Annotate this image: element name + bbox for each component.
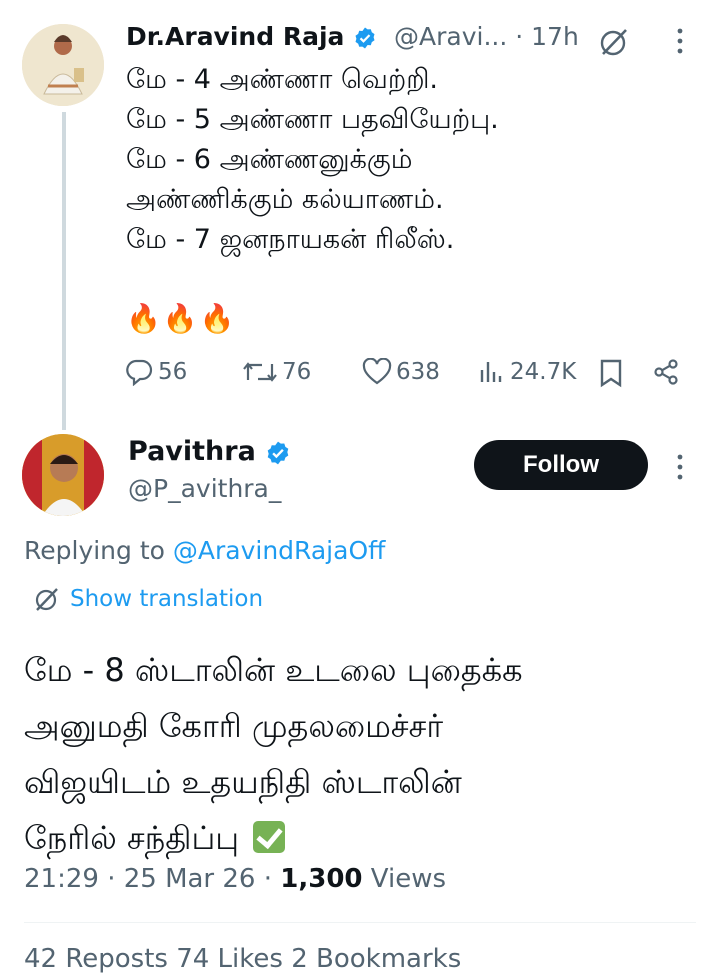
views-label: Views <box>362 864 447 894</box>
views-count: 1,300 <box>280 864 363 894</box>
tweet-line: அனுமதி கோரி முதலமைச்சர் <box>24 707 444 745</box>
bookmark-icon <box>600 359 622 388</box>
reply-icon <box>126 359 153 386</box>
author-handle-time[interactable]: @Aravi... · 17h <box>394 22 579 51</box>
retweet-button[interactable]: 76 <box>242 358 311 386</box>
tweet-timestamp[interactable]: 21:29 · 25 Mar 26 · <box>24 864 280 894</box>
divider <box>24 922 696 923</box>
tweet-line-text: நேரில் சந்திப்பு <box>24 819 240 857</box>
replying-to-link[interactable]: @AravindRajaOff <box>173 536 385 565</box>
reply-button[interactable]: 56 <box>124 358 187 386</box>
grok-icon[interactable] <box>598 26 630 62</box>
bookmark-button[interactable] <box>598 358 624 388</box>
more-options-icon[interactable] <box>670 26 690 60</box>
replying-prefix: Replying to <box>24 536 173 565</box>
tweet-line: நேரில் சந்திப்பு <box>24 810 523 866</box>
reply-count: 56 <box>158 359 188 385</box>
tweet-line: மே - 7 ஜனநாயகன் ரிலீஸ். <box>126 224 455 255</box>
tweet-line: மே - 5 அண்ணா பதவியேற்பு. <box>126 104 499 135</box>
author-name-text[interactable]: Pavithra <box>128 436 256 467</box>
replying-to: Replying to @AravindRajaOff <box>24 536 385 565</box>
tweet-line: விஜயிடம் உதயநிதி ஸ்டாலின் <box>24 763 462 801</box>
verified-badge-icon <box>355 27 375 49</box>
translate-icon <box>35 588 58 611</box>
show-translation-button[interactable]: Show translation <box>34 586 263 612</box>
view-count: 24.7K <box>510 359 577 385</box>
tweet-line: மே - 8 ஸ்டாலின் உடலை புதைக்க <box>24 651 523 689</box>
engagement-stats[interactable]: 42 Reposts 74 Likes 2 Bookmarks <box>24 944 461 974</box>
avatar[interactable] <box>22 24 104 106</box>
tweet-line: மே - 4 அண்ணா வெற்றி. <box>126 64 439 95</box>
thread-line <box>62 112 66 430</box>
more-options-icon[interactable] <box>670 452 690 486</box>
share-icon <box>654 359 678 385</box>
fire-emoji: 🔥🔥🔥 <box>126 302 237 335</box>
author-handle[interactable]: @Aravi... <box>394 22 507 51</box>
like-count: 638 <box>396 359 440 385</box>
tweet-text: மே - 8 ஸ்டாலின் உடலை புதைக்க அனுமதி கோரி… <box>24 642 523 866</box>
tweet-time[interactable]: · 17h <box>515 22 579 51</box>
author-name-text[interactable]: Dr.Aravind Raja <box>126 22 344 51</box>
follow-button[interactable]: Follow <box>474 440 648 490</box>
author-handle[interactable]: @P_avithra_ <box>128 474 281 503</box>
heart-icon <box>362 358 392 385</box>
tweet-line: அண்ணிக்கும் கல்யாணம். <box>126 184 444 215</box>
tweet-text: மே - 4 அண்ணா வெற்றி. மே - 5 அண்ணா பதவியே… <box>126 60 499 260</box>
retweet-count: 76 <box>282 359 312 385</box>
avatar[interactable] <box>22 434 104 516</box>
show-translation-label[interactable]: Show translation <box>70 586 263 612</box>
author-name[interactable]: Dr.Aravind Raja <box>126 22 377 51</box>
like-button[interactable]: 638 <box>362 358 440 386</box>
views-button[interactable]: 24.7K <box>478 358 576 386</box>
check-mark-emoji <box>253 821 286 853</box>
verified-badge-icon <box>267 441 289 464</box>
author-name[interactable]: Pavithra <box>128 436 291 467</box>
views-chart-icon <box>480 362 502 382</box>
tweet-meta: 21:29 · 25 Mar 26 · 1,300 Views <box>24 864 446 894</box>
retweet-icon <box>243 362 277 382</box>
share-button[interactable] <box>652 358 680 386</box>
tweet-line: மே - 6 அண்ணனுக்கும் <box>126 144 413 175</box>
